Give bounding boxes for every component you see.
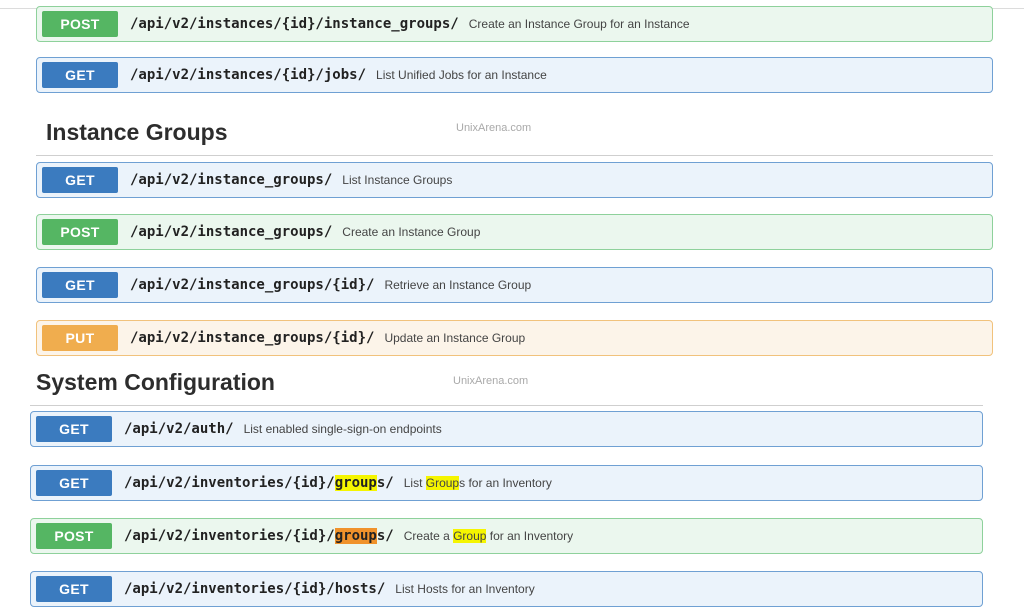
method-badge: GET xyxy=(36,576,112,602)
path-prefix: /api/v2/inventories/{id}/ xyxy=(124,475,335,491)
section-divider xyxy=(30,405,983,406)
endpoint-path[interactable]: /api/v2/instances/{id}/jobs/ xyxy=(130,67,366,83)
method-badge: GET xyxy=(36,416,112,442)
search-highlight: Group xyxy=(425,476,460,490)
method-badge: GET xyxy=(36,470,112,496)
desc-suffix: for an Inventory xyxy=(486,529,574,543)
op-get-inventory-hosts[interactable]: GET /api/v2/inventories/{id}/hosts/ List… xyxy=(30,571,983,607)
endpoint-path[interactable]: /api/v2/auth/ xyxy=(124,421,234,437)
path-suffix: s/ xyxy=(376,475,394,491)
endpoint-path[interactable]: /api/v2/inventories/{id}/groups/ xyxy=(124,475,394,491)
endpoint-description: Retrieve an Instance Group xyxy=(384,278,532,292)
endpoint-path[interactable]: /api/v2/instance_groups/ xyxy=(130,172,332,188)
endpoint-path[interactable]: /api/v2/instance_groups/{id}/ xyxy=(130,277,374,293)
op-post-inventory-groups[interactable]: POST /api/v2/inventories/{id}/groups/ Cr… xyxy=(30,518,983,554)
search-highlight: group xyxy=(334,475,377,491)
watermark: UnixArena.com xyxy=(453,375,529,387)
section-divider xyxy=(36,155,993,156)
op-get-auth[interactable]: GET /api/v2/auth/ List enabled single-si… xyxy=(30,411,983,447)
endpoint-description: List Unified Jobs for an Instance xyxy=(376,68,547,82)
op-post-instance-groups-create[interactable]: POST /api/v2/instance_groups/ Create an … xyxy=(36,214,993,250)
method-badge: GET xyxy=(42,272,118,298)
endpoint-description: List enabled single-sign-on endpoints xyxy=(243,422,442,436)
method-badge: POST xyxy=(42,219,118,245)
endpoint-description: Create an Instance Group for an Instance xyxy=(468,17,690,31)
method-badge: POST xyxy=(36,523,112,549)
endpoint-description: List Instance Groups xyxy=(342,173,453,187)
endpoint-description: List Hosts for an Inventory xyxy=(395,582,535,596)
search-highlight-active: group xyxy=(334,528,377,544)
endpoint-path[interactable]: /api/v2/inventories/{id}/hosts/ xyxy=(124,581,385,597)
endpoint-path[interactable]: /api/v2/instances/{id}/instance_groups/ xyxy=(130,16,459,32)
section-title-instance-groups[interactable]: Instance Groups xyxy=(46,119,227,146)
endpoint-path[interactable]: /api/v2/inventories/{id}/groups/ xyxy=(124,528,394,544)
path-prefix: /api/v2/inventories/{id}/ xyxy=(124,528,335,544)
endpoint-path[interactable]: /api/v2/instance_groups/{id}/ xyxy=(130,330,374,346)
endpoint-description: List Groups for an Inventory xyxy=(404,476,552,490)
op-get-instance-jobs[interactable]: GET /api/v2/instances/{id}/jobs/ List Un… xyxy=(36,57,993,93)
op-get-inventory-groups[interactable]: GET /api/v2/inventories/{id}/groups/ Lis… xyxy=(30,465,983,501)
method-badge: GET xyxy=(42,167,118,193)
watermark: UnixArena.com xyxy=(456,122,532,134)
op-get-instance-group-by-id[interactable]: GET /api/v2/instance_groups/{id}/ Retrie… xyxy=(36,267,993,303)
endpoint-description: Create a Group for an Inventory xyxy=(404,529,573,543)
search-highlight: Group xyxy=(453,529,487,543)
op-put-instance-group[interactable]: PUT /api/v2/instance_groups/{id}/ Update… xyxy=(36,320,993,356)
path-suffix: s/ xyxy=(376,528,394,544)
op-get-instance-groups[interactable]: GET /api/v2/instance_groups/ List Instan… xyxy=(36,162,993,198)
endpoint-path[interactable]: /api/v2/instance_groups/ xyxy=(130,224,332,240)
op-post-instance-groups[interactable]: POST /api/v2/instances/{id}/instance_gro… xyxy=(36,6,993,42)
endpoint-description: Create an Instance Group xyxy=(342,225,481,239)
desc-suffix: s for an Inventory xyxy=(459,476,552,490)
method-badge: POST xyxy=(42,11,118,37)
desc-prefix: Create a xyxy=(403,529,454,543)
method-badge: PUT xyxy=(42,325,118,351)
desc-prefix: List xyxy=(403,476,426,490)
method-badge: GET xyxy=(42,62,118,88)
section-title-system-configuration[interactable]: System Configuration xyxy=(36,369,275,396)
endpoint-description: Update an Instance Group xyxy=(384,331,526,345)
